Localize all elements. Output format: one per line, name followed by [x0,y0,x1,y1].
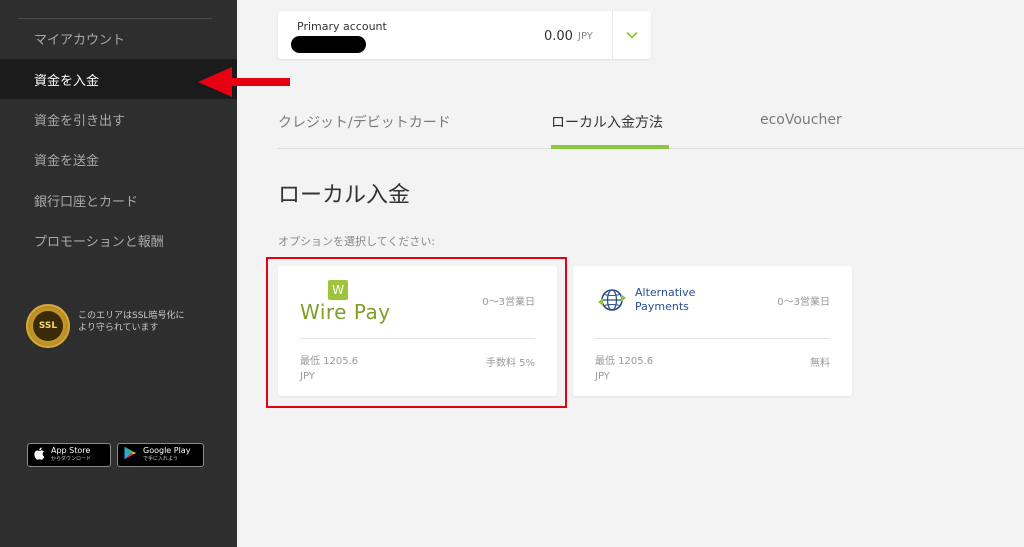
sidebar-item-bank-and-cards[interactable]: 銀行口座とカード [0,180,237,220]
processing-time: 0〜3営業日 [482,297,535,308]
redacted-account-id [291,36,366,53]
alternative-payments-name-line1: Alternative [635,286,696,299]
wire-pay-logo-icon: W [328,280,348,300]
minimum-amount-currency: JPY [595,371,610,382]
section-subtitle: オプションを選択してください: [278,235,436,248]
fee: 無料 [810,358,830,369]
wire-pay-logo: W Wire Pay [300,280,390,325]
account-dropdown-button[interactable] [612,11,651,59]
fee: 手数料 5% [485,358,535,369]
ssl-notice: SSL このエリアはSSL暗号化により守られています [26,304,206,348]
option-card-alternative-payments[interactable]: Alternative Payments 0〜3営業日 最低 1205.6 JP… [573,266,852,396]
annotation-arrow-icon [198,67,290,97]
app-store-subtitle: からダウンロード [51,456,92,462]
sidebar-item-label: マイアカウント [34,32,126,48]
account-selector[interactable]: Primary account 0.00 JPY [278,11,651,59]
apple-icon [34,447,45,464]
sidebar-item-label: プロモーションと報酬 [34,234,164,250]
sidebar-item-label: 資金を送金 [34,153,100,169]
google-play-subtitle: で手に入れよう [143,456,179,462]
google-play-icon [124,446,137,464]
ssl-text: このエリアはSSL暗号化により守られています [78,311,185,333]
google-play-button[interactable]: Google Play で手に入れよう [117,443,204,467]
tab-credit-debit-card[interactable]: クレジット/デビットカード [278,112,451,132]
processing-time: 0〜3営業日 [777,297,830,308]
tab-ecovoucher[interactable]: ecoVoucher [760,112,842,128]
sidebar-item-promotions[interactable]: プロモーションと報酬 [0,220,237,260]
tab-local-payment[interactable]: ローカル入金方法 [551,112,663,132]
sidebar-item-my-account[interactable]: マイアカウント [0,18,237,58]
section-title: ローカル入金 [278,183,411,208]
chevron-down-icon [625,31,638,39]
alternative-payments-logo: Alternative Payments [597,286,695,314]
minimum-amount: 最低 1205.6 JPY [595,354,653,384]
active-tab-indicator [551,145,669,149]
minimum-amount-value: 最低 1205.6 [300,356,359,367]
ssl-badge-label: SSL [33,311,63,341]
ssl-badge-icon: SSL [26,304,70,348]
sidebar-item-transfer[interactable]: 資金を送金 [0,139,237,179]
alternative-payments-name-line2: Payments [635,300,689,313]
minimum-amount-currency: JPY [300,371,315,382]
card-divider [595,338,830,339]
card-divider [300,338,535,339]
app-store-button[interactable]: App Store からダウンロード [27,443,111,467]
sidebar-item-label: 資金を引き出す [34,113,126,129]
globe-icon [598,289,626,311]
account-label: Primary account [297,20,387,33]
account-balance: 0.00 [544,29,573,44]
sidebar-item-label: 資金を入金 [34,73,100,89]
minimum-amount-value: 最低 1205.6 [595,356,654,367]
google-play-title: Google Play [143,446,191,455]
app-store-title: App Store [51,446,91,455]
sidebar-item-label: 銀行口座とカード [34,194,139,210]
option-card-wire-pay[interactable]: W Wire Pay 0〜3営業日 最低 1205.6 JPY 手数料 5% [278,266,557,396]
account-currency: JPY [578,31,593,42]
minimum-amount: 最低 1205.6 JPY [300,354,358,384]
sidebar-item-withdraw[interactable]: 資金を引き出す [0,99,237,139]
wire-pay-name: Wire Pay [300,300,391,324]
